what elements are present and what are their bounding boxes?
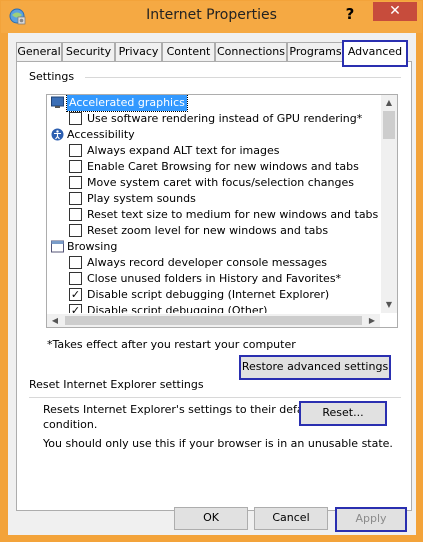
reset-group-label: Reset Internet Explorer settings	[29, 378, 204, 391]
list-item-label: Disable script debugging (Internet Explo…	[87, 288, 330, 301]
reset-warning: You should only use this if your browser…	[43, 437, 393, 450]
reset-group-line	[29, 397, 401, 398]
list-item-label: Play system sounds	[87, 192, 196, 205]
checkbox[interactable]	[69, 144, 82, 157]
scroll-right-icon[interactable]: ▶	[364, 314, 380, 327]
restore-advanced-settings-button[interactable]: Restore advanced settings	[239, 355, 391, 380]
settings-listbox[interactable]: Accelerated graphics Use software render…	[46, 94, 398, 328]
list-item-label: Reset zoom level for new windows and tab…	[87, 224, 329, 237]
restart-note: *Takes effect after you restart your com…	[47, 338, 296, 351]
settings-group-line	[85, 77, 401, 78]
checkbox[interactable]	[69, 272, 82, 285]
checkbox[interactable]	[69, 192, 82, 205]
list-item-label: Always record developer console messages	[87, 256, 327, 269]
list-item-label: Close unused folders in History and Favo…	[87, 272, 342, 285]
accessibility-icon	[51, 128, 64, 141]
horizontal-scroll-thumb[interactable]	[65, 316, 362, 325]
advanced-panel: Settings Accelerated graphics Use softwa…	[16, 61, 412, 511]
scroll-up-icon[interactable]: ▲	[381, 95, 397, 111]
reset-description-line1: Resets Internet Explorer's settings to t…	[43, 403, 318, 416]
apply-button[interactable]: Apply	[335, 507, 407, 532]
reset-button[interactable]: Reset...	[299, 401, 387, 426]
reset-description-line2: condition.	[43, 418, 98, 431]
settings-list: Accelerated graphics Use software render…	[47, 95, 380, 313]
vertical-scrollbar[interactable]: ▲ ▼	[381, 95, 397, 313]
settings-group-label: Settings	[29, 70, 79, 83]
list-item-label: Move system caret with focus/selection c…	[87, 176, 354, 189]
list-item-label: Accelerated graphics	[66, 95, 188, 112]
list-item-label: Disable script debugging (Other)	[87, 304, 268, 313]
monitor-icon	[51, 96, 64, 108]
help-button[interactable]: ?	[337, 3, 363, 25]
dialog-window: Internet Properties ? ✕ General Security…	[0, 0, 423, 542]
tab-security[interactable]: Security	[62, 42, 115, 62]
list-item-label: Reset text size to medium for new window…	[87, 208, 379, 221]
checkbox[interactable]	[69, 224, 82, 237]
list-item-label: Browsing	[67, 240, 118, 253]
tab-advanced[interactable]: Advanced	[342, 40, 408, 67]
checkbox[interactable]	[69, 256, 82, 269]
checkbox[interactable]	[69, 208, 82, 221]
checkbox[interactable]	[69, 176, 82, 189]
tab-general[interactable]: General	[16, 42, 62, 62]
scroll-down-icon[interactable]: ▼	[381, 297, 397, 313]
tab-programs[interactable]: Programs	[287, 42, 344, 62]
cancel-button[interactable]: Cancel	[254, 507, 328, 530]
title-bar[interactable]: Internet Properties ? ✕	[1, 1, 422, 33]
ok-button[interactable]: OK	[174, 507, 248, 530]
checkbox[interactable]	[69, 160, 82, 173]
horizontal-scrollbar[interactable]: ◀ ▶	[47, 314, 380, 327]
vertical-scroll-thumb[interactable]	[383, 111, 395, 139]
dialog-client-area: General Security Privacy Content Connect…	[8, 33, 416, 535]
checkbox-checked[interactable]: ✓	[69, 304, 82, 313]
browsing-icon	[51, 240, 64, 253]
list-item-label: Accessibility	[67, 128, 135, 141]
list-item-label: Always expand ALT text for images	[87, 144, 280, 157]
scroll-left-icon[interactable]: ◀	[47, 314, 63, 327]
tab-privacy[interactable]: Privacy	[115, 42, 162, 62]
tab-connections[interactable]: Connections	[215, 42, 287, 62]
list-item-label: Use software rendering instead of GPU re…	[87, 112, 363, 125]
close-button[interactable]: ✕	[373, 2, 417, 21]
list-item-label: Enable Caret Browsing for new windows an…	[87, 160, 359, 173]
checkbox[interactable]	[69, 112, 82, 125]
checkbox-checked[interactable]: ✓	[69, 288, 82, 301]
tab-content[interactable]: Content	[162, 42, 215, 62]
